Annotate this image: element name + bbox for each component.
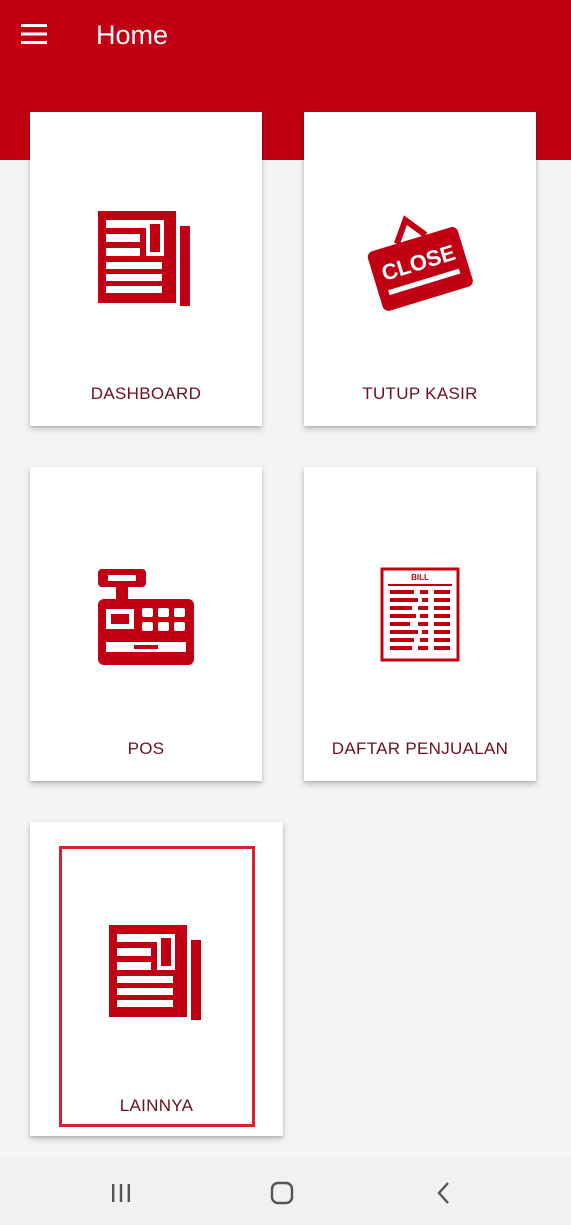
daftar-penjualan-card[interactable]: BILL DAFTAR PENJUALAN (304, 467, 536, 781)
pos-card[interactable]: POS (30, 467, 262, 781)
dashboard-card[interactable]: DASHBOARD (30, 112, 262, 426)
close-sign-icon: CLOSE (304, 208, 536, 318)
daftar-penjualan-label: DAFTAR PENJUALAN (331, 739, 509, 758)
home-button[interactable] (267, 1178, 297, 1208)
tutup-kasir-label: TUTUP KASIR (362, 384, 478, 403)
lainnya-card[interactable]: LAINNYA (30, 822, 283, 1136)
lainnya-label: LAINNYA (119, 1096, 194, 1115)
newspaper-icon (30, 208, 262, 308)
system-nav-bar (0, 1158, 571, 1225)
menu-button[interactable] (14, 16, 54, 52)
page-title: Home (96, 20, 169, 50)
recent-apps-icon (112, 1184, 130, 1202)
tutup-kasir-card[interactable]: CLOSE TUTUP KASIR (304, 112, 536, 426)
cash-register-icon (30, 567, 262, 667)
bill-header-text: BILL (411, 573, 429, 582)
bill-icon: BILL (304, 567, 536, 662)
pos-label: POS (127, 739, 165, 758)
hamburger-menu-icon (21, 24, 47, 44)
home-icon (270, 1181, 294, 1205)
dashboard-label: DASHBOARD (90, 384, 202, 403)
back-icon (437, 1182, 449, 1204)
newspaper-icon (30, 922, 283, 1022)
back-button[interactable] (429, 1178, 459, 1208)
recent-apps-button[interactable] (106, 1178, 136, 1208)
